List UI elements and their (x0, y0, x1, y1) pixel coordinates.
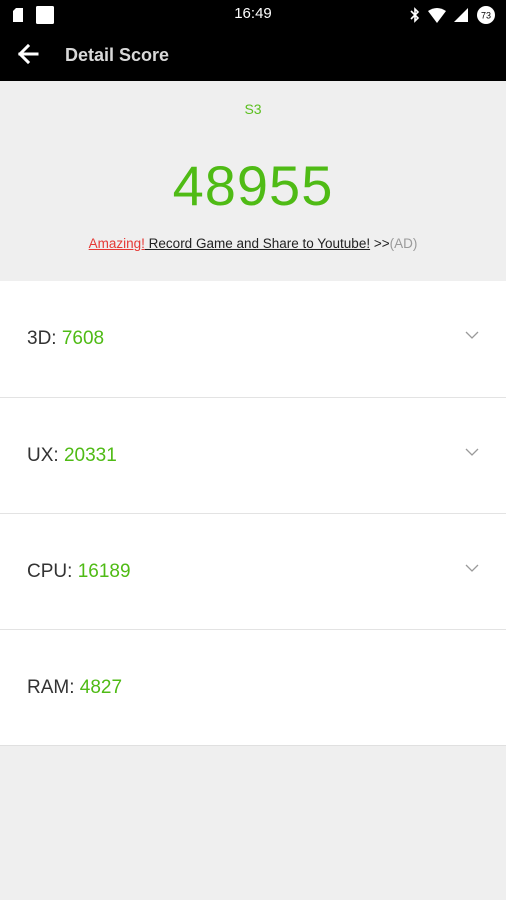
score-category: 3D: (27, 328, 62, 349)
score-summary: S3 48955 Amazing! Record Game and Share … (0, 81, 506, 281)
ad-label: (AD) (389, 236, 418, 251)
score-value: 4827 (79, 677, 123, 698)
score-value: 16189 (77, 561, 131, 582)
cell-signal-icon (454, 8, 468, 22)
score-value: 7608 (61, 328, 105, 349)
score-category: RAM: (27, 677, 80, 698)
score-value: 20331 (63, 445, 117, 466)
chevron-down-icon[interactable] (465, 564, 479, 573)
device-name: S3 (244, 101, 262, 117)
score-list: 3D: 7608 UX: 20331 CPU: 16189 RAM: 4827 (0, 281, 506, 746)
wifi-icon (428, 7, 446, 23)
total-score: 48955 (172, 154, 334, 217)
app-bar: Detail Score (0, 28, 506, 81)
score-label: UX: 20331 (27, 445, 117, 467)
score-row-ram: RAM: 4827 (0, 629, 506, 746)
promo-record-link[interactable]: Record Game and Share to Youtube! (145, 236, 370, 251)
promo-arrows: >> (370, 236, 390, 251)
chevron-down-icon[interactable] (465, 331, 479, 340)
status-bar: 16:49 73 (0, 0, 506, 28)
promo-amazing-text[interactable]: Amazing! (89, 236, 145, 251)
score-category: CPU: (27, 561, 78, 582)
score-row-ux[interactable]: UX: 20331 (0, 397, 506, 513)
score-row-cpu[interactable]: CPU: 16189 (0, 513, 506, 629)
score-row-3d[interactable]: 3D: 7608 (0, 281, 506, 397)
battery-icon: 73 (477, 6, 495, 24)
bluetooth-icon (410, 7, 420, 23)
score-label: RAM: 4827 (27, 677, 122, 699)
battery-level: 73 (481, 11, 491, 21)
score-label: 3D: 7608 (27, 328, 104, 350)
page-title: Detail Score (65, 45, 170, 65)
arrow-left-icon[interactable] (17, 43, 39, 65)
status-right-icons: 73 (410, 5, 496, 25)
chevron-down-icon[interactable] (465, 448, 479, 457)
score-category: UX: (27, 445, 64, 466)
score-label: CPU: 16189 (27, 561, 131, 583)
promo-link[interactable]: Amazing! Record Game and Share to Youtub… (0, 236, 506, 251)
